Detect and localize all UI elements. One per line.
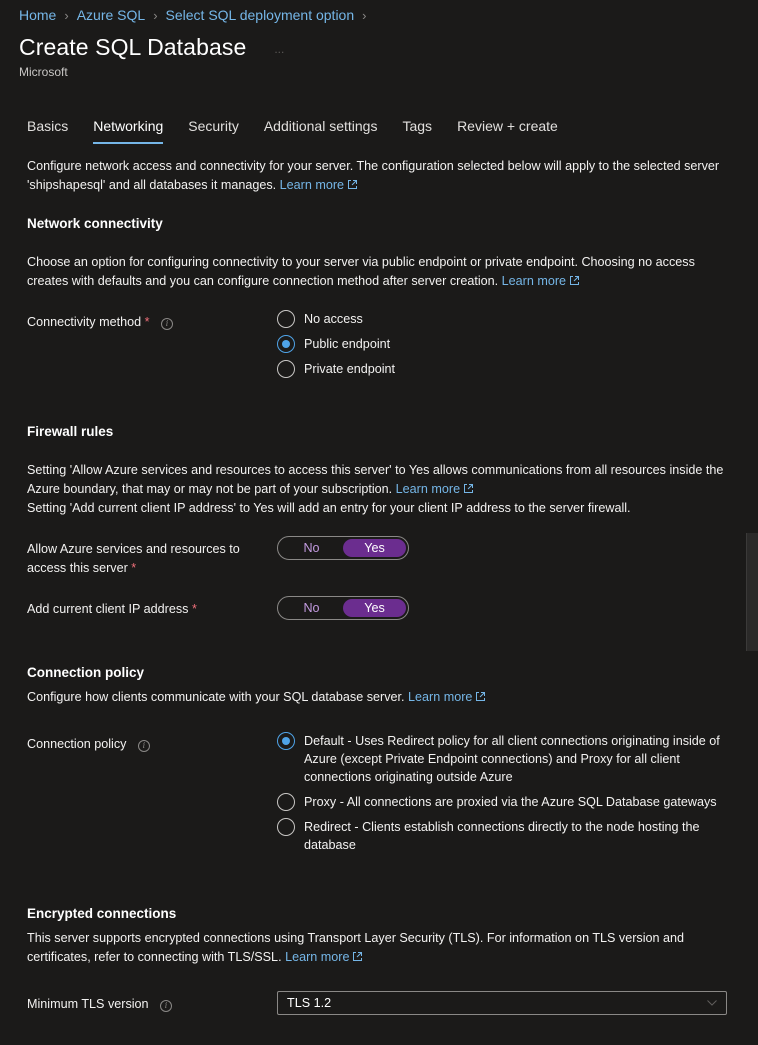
encryption-learn-more-link[interactable]: Learn more (285, 950, 349, 964)
radio-circle[interactable] (277, 310, 295, 328)
tab-networking[interactable]: Networking (93, 118, 164, 144)
external-link-icon (464, 484, 474, 493)
connection-policy-label: Connection policy i (27, 735, 150, 754)
title-row: Create SQL Database ... (19, 34, 284, 61)
info-icon[interactable]: i (160, 1000, 173, 1012)
minimum-tls-label: Minimum TLS version i (27, 995, 173, 1014)
connection-policy-learn-more-link[interactable]: Learn more (408, 690, 472, 704)
firewall-text-1: Setting 'Allow Azure services and resour… (27, 463, 724, 496)
radio-circle-selected[interactable] (277, 732, 295, 750)
tab-tags[interactable]: Tags (402, 118, 432, 142)
info-icon[interactable]: i (161, 318, 174, 330)
radio-policy-proxy[interactable]: Proxy - All connections are proxied via … (277, 793, 732, 811)
external-link-icon (348, 180, 358, 189)
firewall-description: Setting 'Allow Azure services and resour… (27, 461, 727, 518)
connection-policy-description: Configure how clients communicate with y… (27, 688, 727, 707)
network-connectivity-heading: Network connectivity (27, 216, 163, 231)
add-client-ip-label: Add current client IP address * (27, 602, 197, 616)
tab-additional-settings[interactable]: Additional settings (264, 118, 378, 142)
firewall-learn-more-link[interactable]: Learn more (396, 482, 460, 496)
encrypted-connections-heading: Encrypted connections (27, 906, 177, 921)
connection-policy-heading: Connection policy (27, 665, 145, 680)
network-connectivity-description: Choose an option for configuring connect… (27, 253, 727, 291)
chevron-right-icon: › (64, 7, 69, 23)
radio-private-endpoint[interactable]: Private endpoint (277, 360, 395, 378)
radio-public-endpoint[interactable]: Public endpoint (277, 335, 395, 353)
radio-circle[interactable] (277, 360, 295, 378)
scrollbar[interactable] (746, 533, 758, 651)
radio-policy-redirect[interactable]: Redirect - Clients establish connections… (277, 818, 732, 854)
breadcrumb: Home › Azure SQL › Select SQL deployment… (19, 7, 374, 23)
radio-circle-selected[interactable] (277, 335, 295, 353)
firewall-text-2: Setting 'Add current client IP address' … (27, 501, 631, 515)
required-marker: * (191, 602, 197, 616)
radio-no-access[interactable]: No access (277, 310, 395, 328)
page-title: Create SQL Database (19, 34, 247, 60)
external-link-icon (476, 692, 486, 701)
breadcrumb-azure-sql[interactable]: Azure SQL (77, 7, 145, 23)
allow-azure-services-label: Allow Azure services and resources to ac… (27, 542, 240, 575)
chevron-right-icon: › (153, 7, 158, 23)
intro-learn-more-link[interactable]: Learn more (280, 178, 344, 192)
chevron-down-icon (707, 1000, 717, 1006)
allow-azure-no-option[interactable]: No (280, 539, 343, 557)
add-client-ip-toggle: No Yes (277, 596, 409, 620)
wizard-tabs: Basics Networking Security Additional se… (27, 118, 583, 144)
connection-policy-text: Configure how clients communicate with y… (27, 690, 405, 704)
connectivity-method-label: Connectivity method * i (27, 313, 174, 332)
firewall-rules-heading: Firewall rules (27, 424, 114, 439)
connectivity-method-radio-group: No access Public endpoint Private endpoi… (277, 310, 395, 385)
tab-review-create[interactable]: Review + create (457, 118, 558, 142)
external-link-icon (570, 276, 580, 285)
more-options-icon[interactable]: ... (274, 42, 284, 56)
minimum-tls-value: TLS 1.2 (287, 996, 332, 1010)
encryption-description: This server supports encrypted connectio… (27, 929, 727, 967)
info-icon[interactable]: i (137, 740, 150, 752)
breadcrumb-home[interactable]: Home (19, 7, 56, 23)
connection-policy-radio-group: Default - Uses Redirect policy for all c… (277, 732, 732, 861)
network-learn-more-link[interactable]: Learn more (502, 274, 566, 288)
tab-security[interactable]: Security (188, 118, 239, 142)
minimum-tls-dropdown[interactable]: TLS 1.2 (277, 991, 727, 1015)
radio-circle[interactable] (277, 793, 295, 811)
client-ip-yes-option[interactable]: Yes (343, 599, 406, 617)
network-connectivity-text: Choose an option for configuring connect… (27, 255, 695, 288)
required-marker: * (144, 315, 150, 329)
chevron-right-icon: › (362, 7, 367, 23)
radio-circle[interactable] (277, 818, 295, 836)
intro-description: Configure network access and connectivit… (27, 157, 727, 195)
client-ip-no-option[interactable]: No (280, 599, 343, 617)
external-link-icon (353, 952, 363, 961)
page-subtitle: Microsoft (19, 65, 68, 79)
radio-policy-default[interactable]: Default - Uses Redirect policy for all c… (277, 732, 732, 786)
required-marker: * (131, 561, 137, 575)
tab-basics[interactable]: Basics (27, 118, 68, 142)
allow-azure-yes-option[interactable]: Yes (343, 539, 406, 557)
intro-text: Configure network access and connectivit… (27, 159, 720, 192)
breadcrumb-select-deployment[interactable]: Select SQL deployment option (166, 7, 355, 23)
allow-azure-services-toggle: No Yes (277, 536, 409, 560)
